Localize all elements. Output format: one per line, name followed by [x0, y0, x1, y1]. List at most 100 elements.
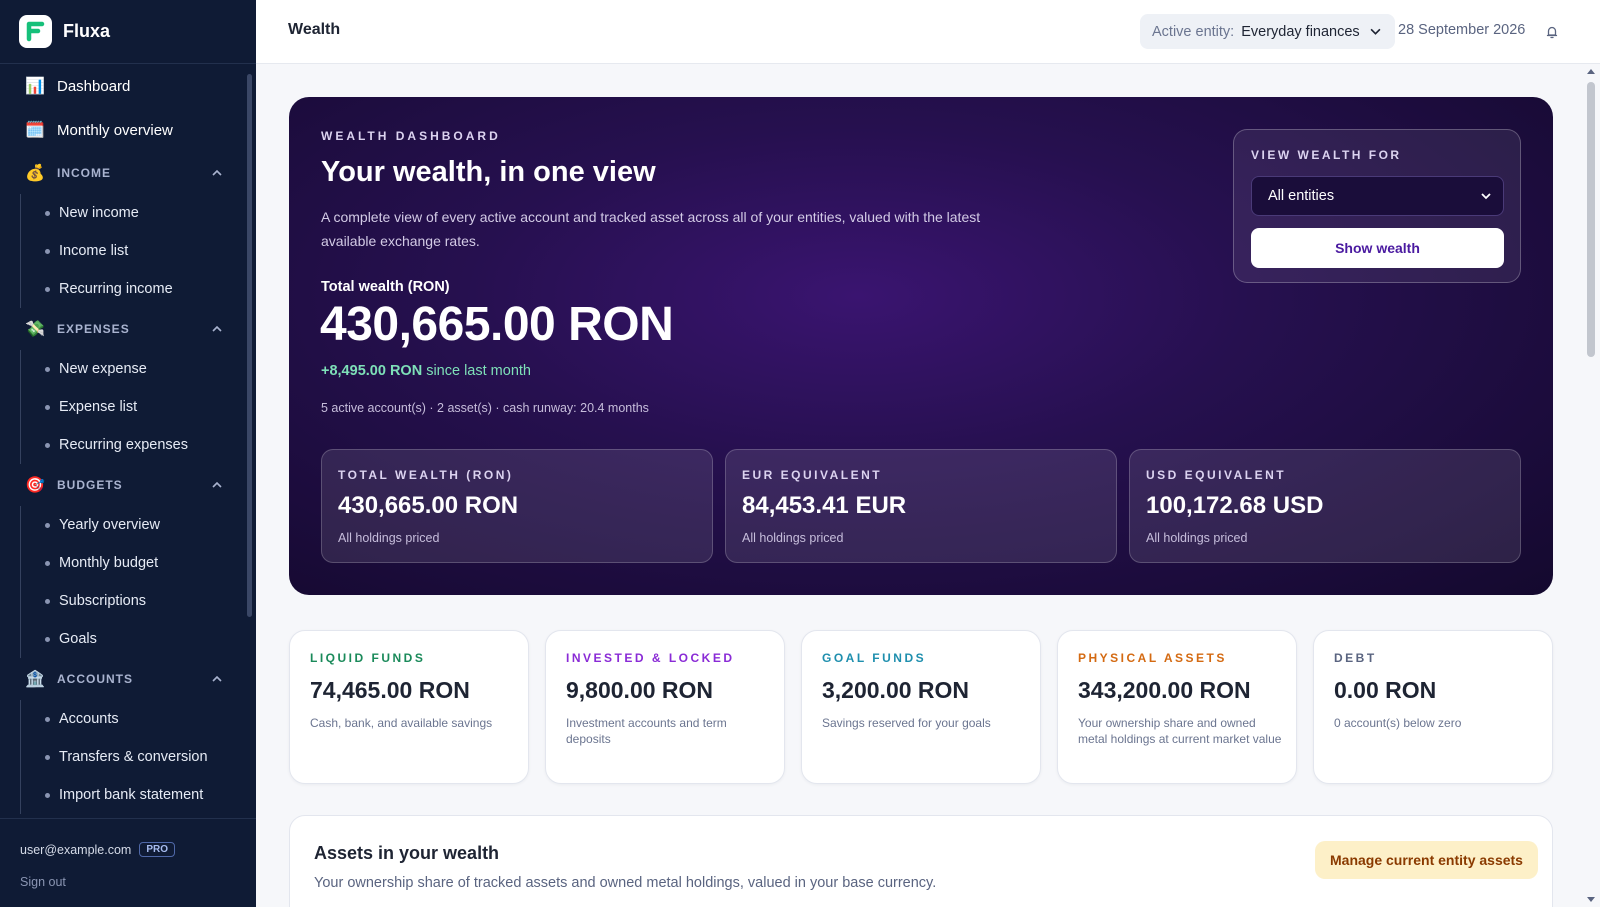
bullet-icon [45, 404, 50, 410]
bullet-icon [45, 248, 50, 254]
brand[interactable]: Fluxa [0, 0, 256, 64]
sidebar-item-label: Transfers & conversion [59, 749, 208, 765]
stat-note: All holdings priced [742, 531, 844, 545]
assets-description: Your ownership share of tracked assets a… [314, 875, 937, 891]
sidebar-item-label: Goals [59, 631, 97, 647]
hero-title: Your wealth, in one view [321, 156, 656, 188]
entity-filter-select[interactable]: All entities [1251, 176, 1504, 216]
select-value: All entities [1268, 188, 1335, 204]
card-physical-assets: PHYSICAL ASSETS 343,200.00 RON Your owne… [1057, 630, 1297, 784]
show-wealth-button[interactable]: Show wealth [1251, 228, 1504, 268]
sidebar-submenu-budgets: Yearly overview Monthly budget Subscript… [20, 506, 256, 658]
card-label: GOAL FUNDS [822, 651, 927, 665]
sidebar-item-label: Expense list [59, 399, 138, 415]
section-title: EXPENSES [57, 322, 130, 336]
sidebar-item-dashboard[interactable]: 📊 Dashboard [0, 64, 256, 108]
stat-label: EUR EQUIVALENT [742, 468, 883, 482]
bell-icon[interactable] [1546, 25, 1558, 39]
sidebar-item-label: New expense [59, 361, 147, 377]
sidebar-item-label: Import bank statement [59, 787, 204, 803]
bullet-icon [45, 792, 50, 798]
stat-label: TOTAL WEALTH (RON) [338, 468, 514, 482]
panel-label: VIEW WEALTH FOR [1251, 148, 1402, 162]
total-wealth-value: 430,665.00 RON [320, 298, 674, 351]
sidebar-scrollbar[interactable] [247, 74, 252, 617]
sidebar-section-expenses[interactable]: 💸 EXPENSES [0, 308, 256, 350]
sidebar-item-accounts[interactable]: Accounts [21, 700, 256, 738]
sidebar: Fluxa 📊 Dashboard 🗓️ Monthly overview 💰 … [0, 0, 256, 907]
stat-value: 100,172.68 USD [1146, 492, 1324, 519]
stat-note: All holdings priced [338, 531, 440, 545]
money-bag-icon: 💰 [25, 165, 46, 182]
bullet-icon [45, 716, 50, 722]
bullet-icon [45, 366, 50, 372]
bank-icon: 🏦 [25, 671, 46, 688]
change-suffix: since last month [426, 363, 531, 379]
total-wealth-label: Total wealth (RON) [321, 279, 450, 295]
topbar: Wealth Active entity: Everyday finances … [256, 0, 1600, 64]
card-value: 3,200.00 RON [822, 677, 970, 703]
money-wings-icon: 💸 [25, 321, 46, 338]
chevron-up-icon [212, 169, 222, 176]
bullet-icon [45, 286, 50, 292]
fluxa-logo-icon [19, 15, 52, 48]
chevron-down-icon [1481, 193, 1491, 200]
card-label: LIQUID FUNDS [310, 651, 426, 665]
card-desc: Investment accounts and term deposits [566, 716, 727, 746]
sidebar-item-recurring-income[interactable]: Recurring income [21, 270, 256, 308]
page-title: Wealth [288, 21, 341, 38]
card-desc: 0 account(s) below zero [1334, 716, 1462, 730]
stat-value: 430,665.00 RON [338, 492, 519, 519]
sidebar-item-recurring-expenses[interactable]: Recurring expenses [21, 426, 256, 464]
card-label: INVESTED & LOCKED [566, 651, 735, 665]
signout-link[interactable]: Sign out [20, 875, 256, 889]
card-label: PHYSICAL ASSETS [1078, 651, 1227, 665]
main-scrollbar[interactable] [1587, 82, 1595, 357]
app-name: Fluxa [63, 21, 111, 41]
sidebar-item-label: Subscriptions [59, 593, 147, 609]
section-title: BUDGETS [57, 478, 123, 492]
sidebar-item-import-bank-statement[interactable]: Import bank statement [21, 776, 256, 814]
section-title: INCOME [57, 166, 111, 180]
sidebar-item-monthly-budget[interactable]: Monthly budget [21, 544, 256, 582]
entity-value: Everyday finances [1241, 23, 1360, 40]
sidebar-item-transfers-conversion[interactable]: Transfers & conversion [21, 738, 256, 776]
sidebar-submenu-income: New income Income list Recurring income [20, 194, 256, 308]
sidebar-section-budgets[interactable]: 🎯 BUDGETS [0, 464, 256, 506]
sidebar-item-label: Yearly overview [59, 517, 161, 533]
calendar-icon: 🗓️ [25, 122, 45, 139]
sidebar-item-monthly-overview[interactable]: 🗓️ Monthly overview [0, 108, 256, 152]
card-desc: Your ownership share and owned metal hol… [1078, 716, 1282, 746]
scroll-up-arrow-icon[interactable] [1586, 67, 1596, 75]
bullet-icon [45, 598, 50, 604]
chevron-down-icon [1370, 28, 1381, 35]
sidebar-section-income[interactable]: 💰 INCOME [0, 152, 256, 194]
sidebar-footer: user@example.com PRO Sign out [0, 818, 256, 907]
stat-usd-equivalent: USD EQUIVALENT 100,172.68 USD All holdin… [1129, 449, 1521, 563]
card-desc: Cash, bank, and available savings [310, 716, 493, 730]
bullet-icon [45, 560, 50, 566]
sidebar-item-subscriptions[interactable]: Subscriptions [21, 582, 256, 620]
sidebar-item-label: Recurring income [59, 281, 173, 297]
scroll-down-arrow-icon[interactable] [1586, 896, 1596, 904]
bullet-icon [45, 522, 50, 528]
sidebar-item-expense-list[interactable]: Expense list [21, 388, 256, 426]
sidebar-item-new-income[interactable]: New income [21, 194, 256, 232]
sidebar-submenu-expenses: New expense Expense list Recurring expen… [20, 350, 256, 464]
sidebar-item-label: Income list [59, 243, 129, 259]
wealth-change: +8,495.00 RON since last month [321, 363, 531, 379]
sidebar-item-income-list[interactable]: Income list [21, 232, 256, 270]
sidebar-section-accounts[interactable]: 🏦 ACCOUNTS [0, 658, 256, 700]
card-label: DEBT [1334, 651, 1377, 665]
entity-selector[interactable]: Active entity: Everyday finances [1140, 14, 1395, 49]
sidebar-item-yearly-overview[interactable]: Yearly overview [21, 506, 256, 544]
target-icon: 🎯 [25, 477, 46, 494]
section-title: ACCOUNTS [57, 672, 133, 686]
manage-assets-button[interactable]: Manage current entity assets [1315, 841, 1538, 879]
sidebar-item-goals[interactable]: Goals [21, 620, 256, 658]
sidebar-item-new-expense[interactable]: New expense [21, 350, 256, 388]
sidebar-item-label: Monthly overview [57, 121, 173, 139]
view-wealth-panel: VIEW WEALTH FOR All entities Show wealth [1233, 129, 1521, 283]
wealth-meta: 5 active account(s) · 2 asset(s) · cash … [321, 401, 649, 415]
card-value: 0.00 RON [1334, 677, 1437, 703]
